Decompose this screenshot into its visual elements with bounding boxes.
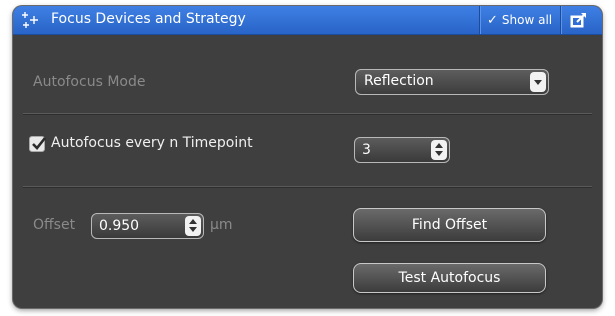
timepoint-spinner[interactable]: 3 [354, 137, 450, 163]
autofocus-mode-select[interactable]: Reflection [355, 69, 549, 95]
panel-title: Focus Devices and Strategy [51, 11, 246, 27]
section-divider [23, 186, 592, 187]
chevron-down-icon [530, 72, 546, 92]
autofocus-timepoint-checkbox[interactable] [29, 136, 47, 152]
show-all-label: Show all [501, 13, 553, 27]
find-offset-button[interactable]: Find Offset [353, 208, 546, 242]
header-separator [479, 6, 480, 34]
offset-spinner[interactable]: 0.950 [91, 213, 204, 239]
timepoint-value: 3 [362, 142, 371, 158]
show-all-toggle[interactable]: ✓ Show all [487, 10, 552, 30]
stepper-arrows-icon[interactable] [431, 140, 447, 160]
undock-icon[interactable] [569, 11, 589, 29]
header-separator [560, 6, 561, 34]
panel-header[interactable]: Focus Devices and Strategy ✓ Show all [13, 6, 602, 35]
offset-value: 0.950 [99, 218, 140, 234]
autofocus-timepoint-label: Autofocus every n Timepoint [51, 135, 253, 151]
offset-label: Offset [33, 217, 76, 233]
autofocus-mode-label: Autofocus Mode [33, 74, 146, 90]
test-autofocus-button[interactable]: Test Autofocus [353, 263, 546, 293]
focus-tool-icon [22, 12, 38, 28]
checkmark-icon: ✓ [487, 12, 498, 28]
autofocus-mode-value: Reflection [364, 73, 434, 89]
checkmark-icon [32, 137, 47, 150]
offset-unit: µm [210, 217, 233, 233]
stepper-arrows-icon[interactable] [185, 216, 201, 236]
focus-devices-panel: Focus Devices and Strategy ✓ Show all Au… [13, 6, 602, 308]
section-divider [23, 113, 592, 114]
